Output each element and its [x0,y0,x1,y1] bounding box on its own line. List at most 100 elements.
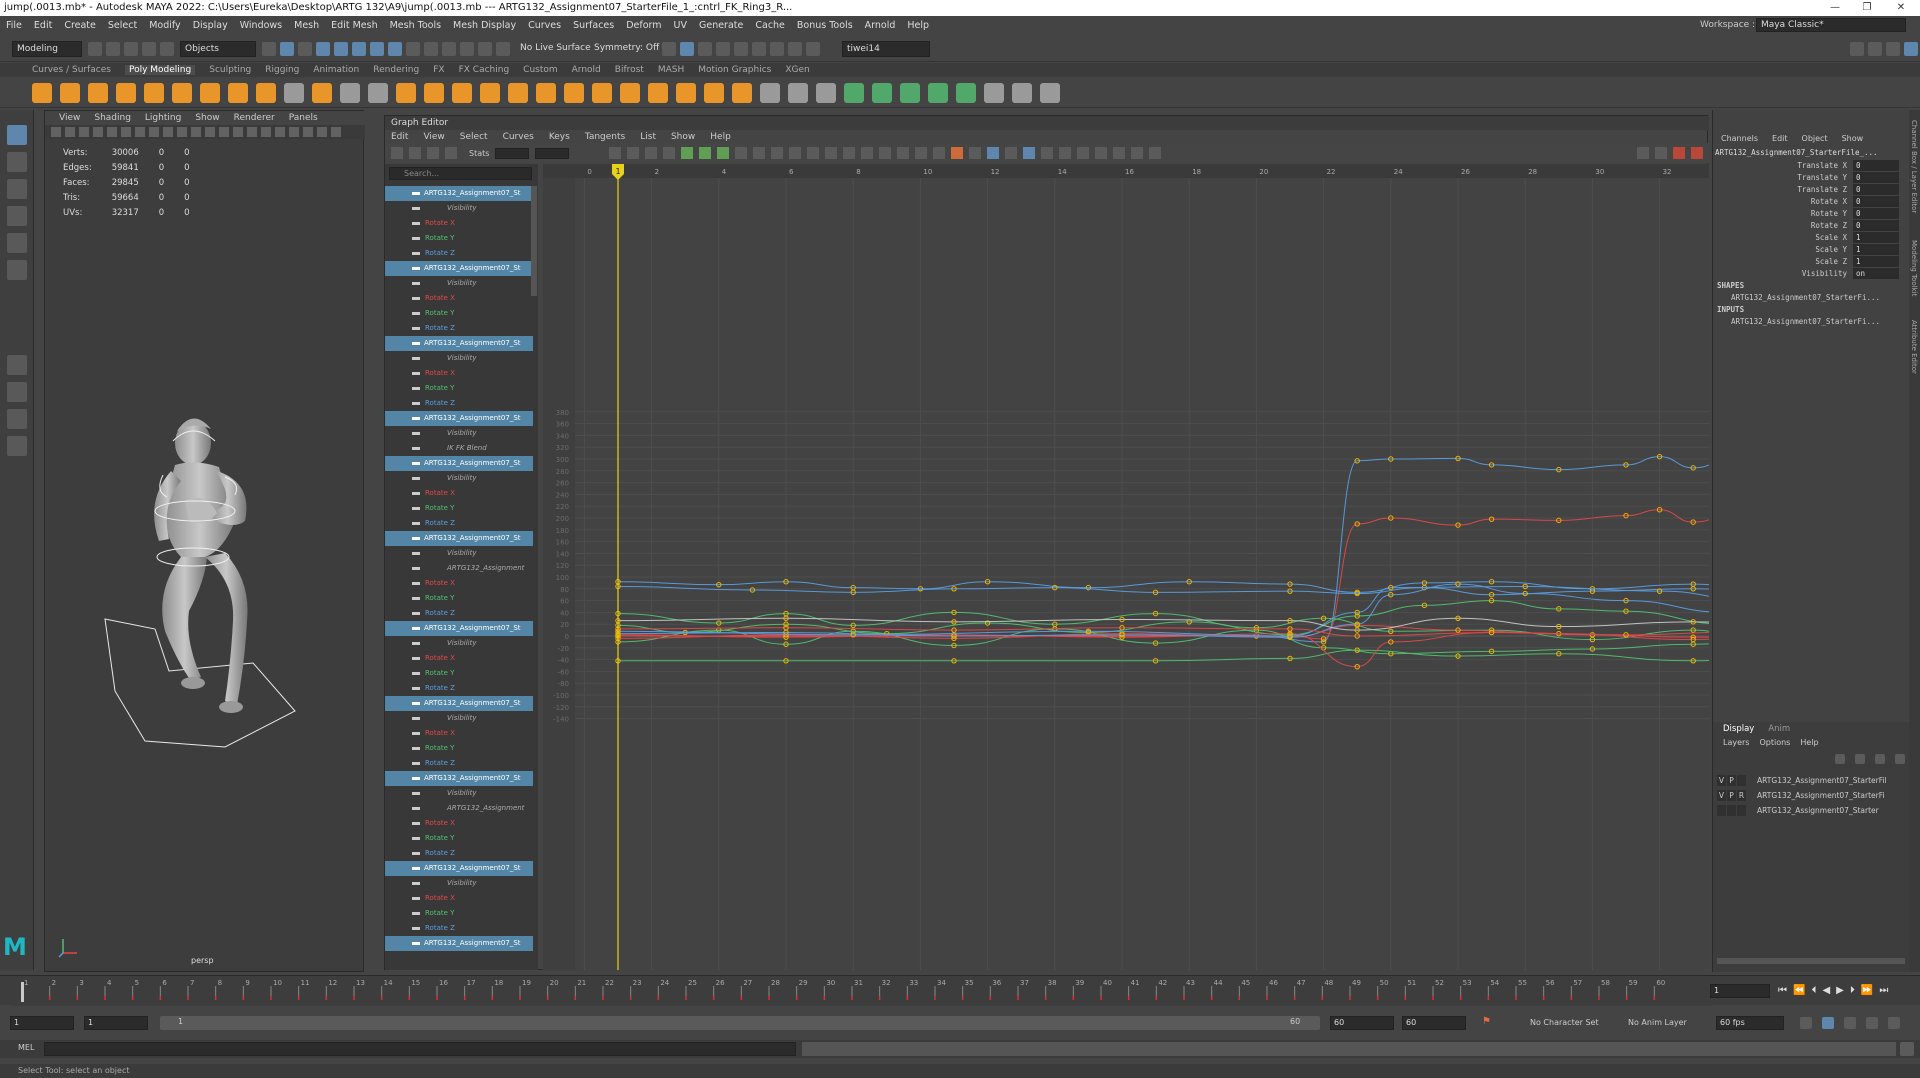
side-tab-attribute-editor[interactable]: Attribute Editor [1910,320,1918,374]
lock-tangent-weight-icon[interactable] [861,147,874,159]
channel-translate-z[interactable]: Translate Z 0 [1713,184,1909,195]
outliner-attribute[interactable]: Rotate Z [385,246,533,261]
outliner-attribute[interactable]: Visibility [385,636,533,651]
shelf-tab-poly-modeling[interactable]: Poly Modeling [124,65,196,75]
menu-file[interactable]: File [6,20,22,31]
select-tool-icon[interactable] [7,125,27,145]
graph-view-options-icon[interactable] [1655,147,1667,159]
euler-filter-icon[interactable] [1113,147,1126,159]
buffer-curve-snapshot-icon[interactable] [879,147,892,159]
lasso-tool-icon[interactable] [7,152,27,172]
make-live-icon[interactable] [496,41,510,56]
graph-menu-edit[interactable]: Edit [391,132,408,142]
save-scene-icon[interactable] [124,41,138,56]
grid-icon[interactable] [107,127,117,137]
pause-render-icon[interactable] [806,41,820,56]
channel-translate-x[interactable]: Translate X 0 [1713,160,1909,171]
outliner-node[interactable]: ARTG132_Assignment07_St [385,861,533,876]
outliner-node[interactable]: ARTG132_Assignment07_St [385,456,533,471]
checker-map-icon[interactable] [984,82,1004,103]
layer-p-toggle[interactable]: P [1727,775,1736,786]
side-tab-channel-box[interactable]: Channel Box / Layer Editor [1910,120,1918,213]
layer-p-toggle[interactable]: P [1727,790,1736,801]
resolution-gate-icon[interactable] [135,127,145,137]
channel-menu-edit[interactable]: Edit [1772,134,1788,143]
graph-menu-tangents[interactable]: Tangents [585,132,625,142]
denormalize-icon[interactable] [933,147,946,159]
outliner-attribute[interactable]: IK FK Blend [385,441,533,456]
swap-buffer-curve-icon[interactable] [897,147,910,159]
menu-display[interactable]: Display [193,20,228,31]
close-button[interactable]: ✕ [1886,0,1916,16]
layer-name[interactable]: ARTG132_Assignment07_StarterFi [1757,789,1885,802]
snap-curve-icon[interactable] [442,41,456,56]
move-layer-up-icon[interactable] [1835,754,1845,764]
attribute-editor-toggle-icon[interactable] [1868,41,1882,56]
menu-create[interactable]: Create [64,20,96,31]
cache-playback-icon[interactable] [1822,1017,1834,1029]
selection-mode-dropdown[interactable]: Objects [180,40,256,57]
select-joint-icon[interactable] [334,41,348,56]
sew-uv-icon[interactable] [1040,82,1060,103]
poly-sphere-icon[interactable] [32,82,52,103]
tab-anim[interactable]: Anim [1768,724,1790,734]
perspective-viewport[interactable]: View Shading Lighting Show Renderer Panels Ve… [44,110,365,972]
outliner-attribute[interactable]: Rotate Z [385,681,533,696]
lattice-deform-icon[interactable] [427,147,439,159]
loop-icon[interactable] [1800,1017,1812,1029]
shadows-icon[interactable] [261,127,271,137]
render-view-icon[interactable] [698,41,712,56]
four-view-layout-icon[interactable] [7,382,27,402]
append-poly-icon[interactable] [620,82,640,103]
layer-r-toggle[interactable] [1737,775,1746,786]
menu-generate[interactable]: Generate [699,20,743,31]
viewport-menu-renderer[interactable]: Renderer [234,113,275,123]
film-gate-icon[interactable] [121,127,131,137]
move-keys-icon[interactable] [391,147,403,159]
channel-value[interactable]: 0 [1853,220,1899,231]
menu-edit-mesh[interactable]: Edit Mesh [331,20,377,31]
field-chart-icon[interactable] [163,127,173,137]
stats-field-value[interactable] [535,147,570,159]
multi-cut-icon[interactable] [760,82,780,103]
tab-display[interactable]: Display [1723,724,1754,734]
channel-scale-y[interactable]: Scale Y 1 [1713,244,1909,255]
outliner-attribute[interactable]: Rotate Y [385,501,533,516]
layers-menu[interactable]: Layers [1723,738,1749,747]
channel-rotate-z[interactable]: Rotate Z 0 [1713,220,1909,231]
graph-menu-list[interactable]: List [640,132,656,142]
linear-tangent-icon[interactable] [735,147,748,159]
channel-value[interactable]: 1 [1853,256,1899,267]
shelf-tab-sculpting[interactable]: Sculpting [209,65,251,75]
shelf-tab-rendering[interactable]: Rendering [373,65,419,75]
channel-translate-y[interactable]: Translate Y 0 [1713,172,1909,183]
bevel-icon[interactable] [536,82,556,103]
resample-icon[interactable] [1131,147,1144,159]
outliner-attribute[interactable]: Visibility [385,426,533,441]
step-forward-key-icon[interactable]: ⏩ [1861,985,1873,996]
svg-tool-icon[interactable] [312,82,332,103]
paint-select-tool-icon[interactable] [7,179,27,199]
channel-rotate-y[interactable]: Rotate Y 0 [1713,208,1909,219]
break-tangents-icon[interactable] [807,147,820,159]
anti-aliasing-icon[interactable] [303,127,313,137]
shelf-tab-xgen[interactable]: XGen [785,65,809,75]
spherical-map-icon[interactable] [928,82,948,103]
step-tangent-icon[interactable] [771,147,784,159]
channel-scale-x[interactable]: Scale X 1 [1713,232,1909,243]
two-pane-layout-icon[interactable] [7,409,27,429]
outliner-attribute[interactable]: Rotate Y [385,591,533,606]
shelf-tab-arnold[interactable]: Arnold [572,65,601,75]
outliner-attribute[interactable]: Rotate Z [385,606,533,621]
uv-editor-icon[interactable] [844,82,864,103]
layer-p-toggle[interactable] [1727,805,1736,816]
simplify-icon[interactable] [1149,147,1162,159]
outliner-node[interactable]: ARTG132_Assignment07_St [385,336,533,351]
construction-history-icon[interactable] [680,41,694,56]
outliner-node[interactable]: ARTG132_Assignment07_St [385,261,533,276]
outliner-node[interactable]: ARTG132_Assignment07_St [385,621,533,636]
outliner-attribute[interactable]: Visibility [385,351,533,366]
outliner-scrollbar[interactable] [531,186,537,296]
channel-menu-object[interactable]: Object [1802,134,1828,143]
lock-selection-icon[interactable] [406,41,420,56]
